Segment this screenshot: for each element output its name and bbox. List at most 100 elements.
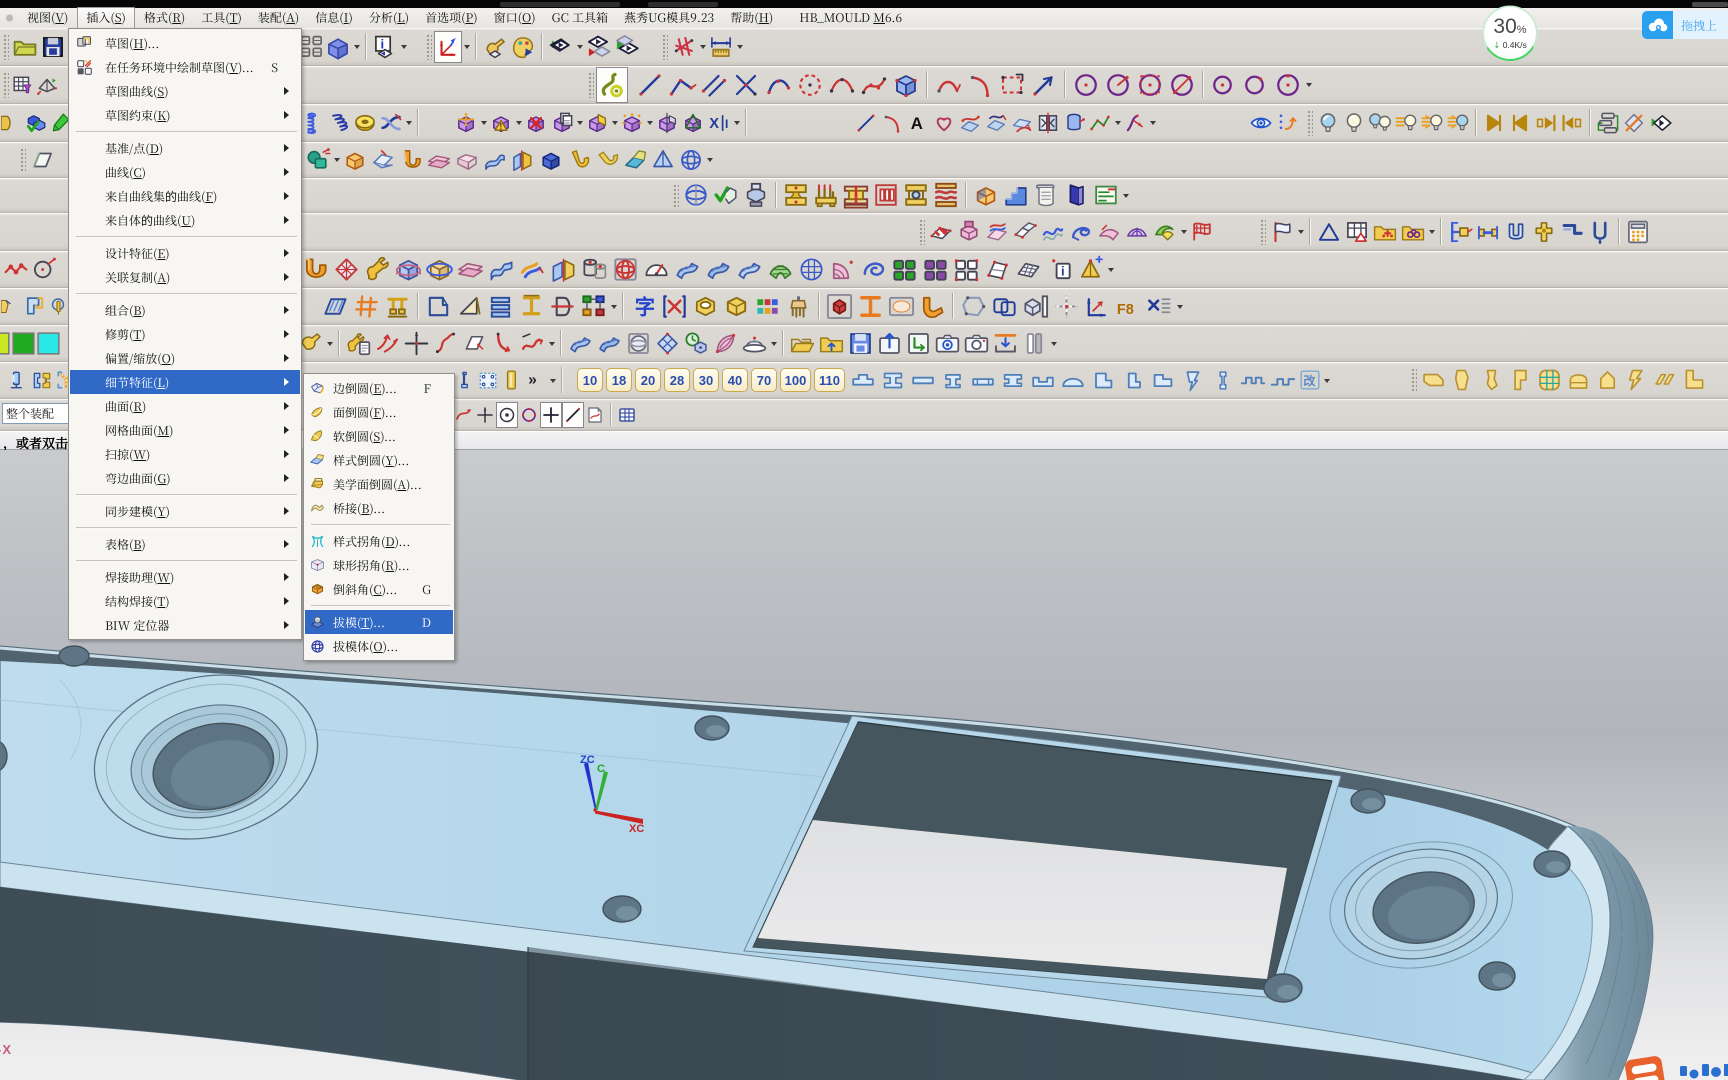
menu-item-表格[interactable]: 表格(B) xyxy=(70,532,300,556)
toolbar-icon-bulbl-1[interactable] xyxy=(1393,108,1419,138)
menu-item-草图[interactable]: 草图(H)... xyxy=(70,31,300,55)
toolbar-icon-swirl[interactable] xyxy=(1067,216,1095,248)
toolbar-icon-cubedots[interactable] xyxy=(890,67,922,103)
toolbar-icon-pyrgold[interactable] xyxy=(1075,252,1106,287)
toolbar-icon-pinkflat[interactable] xyxy=(425,144,453,176)
dropdown-arrow-icon[interactable] xyxy=(1322,362,1331,398)
toolbar-icon-jcurve3[interactable] xyxy=(593,144,621,176)
toolbar-icon-arc2b[interactable] xyxy=(964,67,996,103)
toolbar-icon-plate-13[interactable] xyxy=(1208,366,1238,394)
toolbar-icon-plate-9[interactable] xyxy=(1088,366,1118,394)
toolbar-icon-printer[interactable] xyxy=(741,178,771,212)
toolbar-icon-cutpart[interactable] xyxy=(0,289,22,324)
toolbar-icon-plane[interactable] xyxy=(28,144,56,176)
toolbar-icon-door[interactable] xyxy=(1061,178,1091,212)
dropdown-arrow-icon[interactable] xyxy=(404,104,413,141)
toolbar-icon-hat[interactable] xyxy=(740,327,769,360)
toolbar-icon-linestack[interactable] xyxy=(485,289,516,324)
toolbar-icon-circ-dot[interactable] xyxy=(1070,67,1102,103)
dropdown-arrow-icon[interactable] xyxy=(1106,251,1115,287)
toolbar-icon-frame[interactable] xyxy=(855,289,886,324)
toolbar-icon-wrench[interactable] xyxy=(362,252,393,287)
toolbar-icon-bsurf-5[interactable] xyxy=(595,327,624,360)
menu-item-倒斜角[interactable]: 倒斜角(C)...G xyxy=(305,577,453,601)
toolbar-icon-bsurf-4[interactable] xyxy=(566,327,595,360)
toolbar-icon-scroll[interactable] xyxy=(1031,178,1061,212)
dropdown-arrow-icon[interactable] xyxy=(514,104,523,141)
toolbar-grip[interactable] xyxy=(2,71,9,98)
toolbar-icon-ys-1[interactable] xyxy=(1419,366,1448,394)
toolbar-icon-pillblue[interactable] xyxy=(6,366,30,394)
menubar-item-9[interactable]: 窗口(O) xyxy=(487,7,543,29)
toolbar-icon-scurve[interactable] xyxy=(481,144,509,176)
toolbar-icon-dslash[interactable] xyxy=(1621,108,1647,138)
toolbar-icon-bsurf-3[interactable] xyxy=(734,252,765,287)
menubar-item-7[interactable]: 分析(L) xyxy=(362,7,416,29)
dropdown-arrow-icon[interactable] xyxy=(1148,104,1157,141)
toolbar-icon-circpin[interactable] xyxy=(48,289,70,324)
menu-item-来自曲线集的曲线[interactable]: 来自曲线集的曲线(F) xyxy=(70,184,300,208)
menu-item-同步建模[interactable]: 同步建模(Y) xyxy=(70,499,300,523)
toolbar-grip[interactable] xyxy=(1259,218,1266,245)
toolbar-grip[interactable] xyxy=(661,33,668,60)
toolbar-icon-crossx[interactable] xyxy=(730,67,762,103)
toolbar-icon-pinscrew[interactable] xyxy=(452,366,476,394)
toolbar-icon-ys-6[interactable] xyxy=(1564,366,1593,394)
toolbar-icon-pcube-half[interactable] xyxy=(584,108,610,138)
toolbar-icon-bulb-b[interactable] xyxy=(1341,108,1367,138)
toolbar-icon-checker[interactable] xyxy=(927,216,955,248)
toolbar-icon-poly[interactable] xyxy=(958,289,989,324)
menu-item-拔模体[interactable]: 拔模体(O)... xyxy=(305,634,453,658)
toolbar-icon-pb-3[interactable] xyxy=(1533,108,1559,138)
toolbar-icon-wave[interactable] xyxy=(1039,216,1067,248)
toolbar-icon-csys[interactable] xyxy=(434,31,462,63)
toolbar-icon-shell[interactable] xyxy=(453,144,481,176)
menu-item-样式拐角[interactable]: 样式拐角(D)... xyxy=(305,529,453,553)
toolbar-icon-wflag[interactable] xyxy=(1268,216,1296,248)
toolbar-icon-ocube[interactable] xyxy=(341,144,369,176)
menubar-item-1[interactable]: 视图(V) xyxy=(20,7,75,29)
toolbar-icon-xframe[interactable] xyxy=(659,289,690,324)
toolbar-icon-mold3[interactable] xyxy=(841,178,871,212)
toolbar-icon-xlist[interactable] xyxy=(1144,289,1175,324)
toolbar-icon-bulb2[interactable] xyxy=(1367,108,1393,138)
toolbar-icon-mirplane[interactable] xyxy=(1009,108,1035,138)
toolbar-icon-ys-9[interactable] xyxy=(1651,366,1680,394)
toolbar-icon-bulb-a[interactable] xyxy=(1315,108,1341,138)
toolbar-icon-zred[interactable] xyxy=(518,327,547,360)
toolbar-icon-spline[interactable] xyxy=(858,67,890,103)
toolbar-grip[interactable] xyxy=(19,147,26,172)
toolbar-icon-tablefunnel[interactable] xyxy=(11,67,35,103)
dropdown-arrow-icon[interactable] xyxy=(1175,288,1184,324)
menu-item-偏置/缩放[interactable]: 偏置/缩放(O) xyxy=(70,346,300,370)
toolbar-button-size-28[interactable]: 28 xyxy=(664,368,690,392)
toolbar-icon-stairs[interactable] xyxy=(1001,178,1031,212)
toolbar-icon-conic[interactable] xyxy=(826,67,858,103)
menubar-item-4[interactable]: 工具(T) xyxy=(194,7,249,29)
toolbar-icon-ushape[interactable] xyxy=(1502,216,1530,248)
dropdown-arrow-icon[interactable] xyxy=(1049,325,1058,361)
dropdown-arrow-icon[interactable] xyxy=(1427,213,1436,250)
menu-item-组合[interactable]: 组合(B) xyxy=(70,298,300,322)
toolbar-icon-heart[interactable] xyxy=(931,108,957,138)
toolbar-icon-cyl[interactable] xyxy=(1061,108,1087,138)
toolbar-icon-rulerdim[interactable] xyxy=(707,31,735,63)
toolbar-icon-cornerpl[interactable] xyxy=(423,289,454,324)
toolbar-icon-cursurf[interactable] xyxy=(957,108,983,138)
menubar-item-6[interactable]: 信息(I) xyxy=(308,7,360,29)
dropdown-arrow-icon[interactable] xyxy=(732,104,741,141)
toolbar-icon-circ-sm[interactable] xyxy=(1208,67,1240,103)
toolbar-icon-arc2b[interactable] xyxy=(879,108,905,138)
dropdown-arrow-icon[interactable] xyxy=(1121,178,1130,212)
toolbar-icon-prism[interactable] xyxy=(35,67,59,103)
toolbar-icon-spring2[interactable] xyxy=(326,108,352,138)
menu-item-设计特征[interactable]: 设计特征(E) xyxy=(70,241,300,265)
toolbar-icon-lineg[interactable] xyxy=(853,108,879,138)
menu-item-来自体的曲线[interactable]: 来自体的曲线(U) xyxy=(70,208,300,232)
toolbar-icon-dred[interactable] xyxy=(547,289,578,324)
toolbar-icon-brush[interactable] xyxy=(783,289,814,324)
toolbar-icon-bracketblue[interactable] xyxy=(22,289,48,324)
toolbar-icon-quad4[interactable] xyxy=(1011,216,1039,248)
toolbar-icon-cursurf2[interactable] xyxy=(983,108,1009,138)
toolbar-icon-tpillar[interactable] xyxy=(382,289,413,324)
